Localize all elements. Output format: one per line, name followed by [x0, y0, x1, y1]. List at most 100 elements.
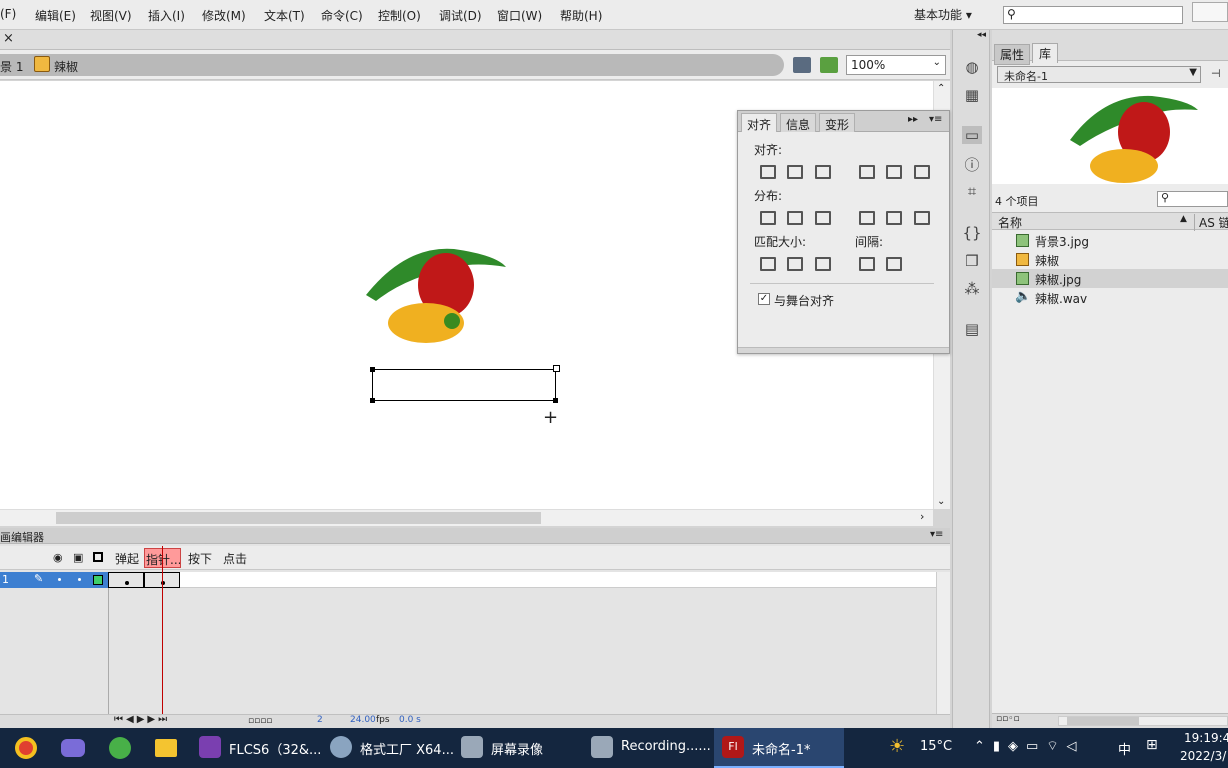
- keyboard-layout-icon[interactable]: ⊞: [1146, 737, 1158, 753]
- align-vertical-center-icon[interactable]: [886, 165, 902, 179]
- panel-menu-icon[interactable]: ▾≡: [929, 114, 942, 125]
- workspace-switcher[interactable]: 基本功能 ▾: [914, 6, 972, 23]
- library-item[interactable]: 🔈 辣椒.wav: [992, 288, 1228, 307]
- chevron-up-icon[interactable]: ⌃: [937, 83, 945, 94]
- align-horizontal-center-icon[interactable]: [787, 165, 803, 179]
- frame-label-up[interactable]: 弹起: [115, 550, 139, 567]
- tray-icons[interactable]: ⌃▮◈▭⌔◁: [974, 738, 1085, 754]
- distribute-vertical-center-icon[interactable]: [787, 211, 803, 225]
- scene-link[interactable]: 景 1: [0, 58, 23, 75]
- taskbar-item-flash[interactable]: Fl 未命名-1*: [722, 736, 810, 760]
- menu-help[interactable]: 帮助(H): [560, 7, 602, 24]
- chrome-icon[interactable]: [15, 737, 37, 759]
- visibility-dot[interactable]: [58, 578, 61, 581]
- library-search-input[interactable]: ⚲: [1157, 191, 1228, 207]
- library-item-selected[interactable]: 辣椒.jpg: [992, 269, 1228, 288]
- fps-value[interactable]: 24.00: [350, 715, 376, 725]
- pencil-icon[interactable]: ✎: [34, 572, 43, 585]
- expand-icon[interactable]: ▸▸: [908, 114, 918, 125]
- taskbar-item-recording[interactable]: Recording......: [591, 736, 711, 760]
- layer-row[interactable]: 1 ✎: [0, 572, 108, 588]
- swatches-icon[interactable]: ▦: [962, 86, 982, 104]
- column-as-linkage[interactable]: AS 链: [1194, 214, 1228, 231]
- distribute-bottom-icon[interactable]: [815, 211, 831, 225]
- transform-icon[interactable]: ⌗: [962, 182, 982, 200]
- collapse-icon[interactable]: ◂◂: [977, 30, 986, 40]
- close-icon[interactable]: ×: [3, 31, 14, 46]
- browser-icon[interactable]: [109, 737, 131, 759]
- align-to-stage-checkbox[interactable]: ✓: [758, 293, 770, 305]
- symbol-link[interactable]: 辣椒: [54, 58, 78, 75]
- menu-window[interactable]: 窗口(W): [497, 7, 542, 24]
- menu-text[interactable]: 文本(T): [264, 7, 305, 24]
- eye-icon[interactable]: ◉: [53, 551, 63, 564]
- lock-icon[interactable]: ▣: [73, 551, 83, 564]
- code-snippets-icon[interactable]: {}: [962, 224, 982, 242]
- frame-label-down[interactable]: 按下: [188, 550, 212, 567]
- info-icon[interactable]: ⓘ: [962, 154, 982, 174]
- gamepad-icon[interactable]: [61, 739, 85, 757]
- selection-handle[interactable]: [553, 398, 558, 403]
- folder-icon[interactable]: [155, 739, 177, 757]
- distribute-top-icon[interactable]: [760, 211, 776, 225]
- help-search-input[interactable]: ⚲: [1003, 6, 1183, 24]
- frame-grid[interactable]: [108, 572, 936, 588]
- taskbar-item-format-factory[interactable]: 格式工厂 X64...: [330, 736, 454, 760]
- clock-date[interactable]: 2022/3/: [1180, 749, 1226, 763]
- pin-icon[interactable]: ⊣: [1211, 67, 1221, 80]
- tab-transform[interactable]: 变形: [819, 113, 856, 132]
- motion-presets-icon[interactable]: ⁂: [962, 280, 982, 298]
- chevron-down-icon[interactable]: ⌄: [937, 496, 945, 507]
- menu-edit[interactable]: 编辑(E): [35, 7, 76, 24]
- align-right-icon[interactable]: [815, 165, 831, 179]
- tab-info[interactable]: 信息: [780, 113, 817, 132]
- align-left-icon[interactable]: [760, 165, 776, 179]
- layer-color-swatch[interactable]: [93, 575, 103, 585]
- sort-ascending-icon[interactable]: ▲: [1180, 214, 1187, 224]
- selection-handle[interactable]: [553, 365, 560, 372]
- playhead[interactable]: [162, 546, 163, 714]
- menu-insert[interactable]: 插入(I): [148, 7, 185, 24]
- frame-label-hit[interactable]: 点击: [223, 550, 247, 567]
- ime-indicator[interactable]: 中: [1118, 739, 1131, 758]
- menu-view[interactable]: 视图(V): [90, 7, 132, 24]
- keyframe[interactable]: [108, 572, 144, 588]
- text-field[interactable]: [372, 369, 556, 401]
- tab-align[interactable]: 对齐: [741, 113, 778, 132]
- clock-time[interactable]: 19:19:45: [1184, 731, 1228, 745]
- match-width-height-icon[interactable]: [815, 257, 831, 271]
- column-name[interactable]: 名称: [998, 214, 1022, 231]
- onion-skin-icon[interactable]: ▫▫▫▫: [248, 716, 272, 726]
- align-top-icon[interactable]: [859, 165, 875, 179]
- color-palette-icon[interactable]: ◍: [962, 58, 982, 76]
- library-item[interactable]: 背景3.jpg: [992, 231, 1228, 250]
- taskbar-item-screen-recorder[interactable]: 屏幕录像: [461, 736, 543, 760]
- zoom-select[interactable]: 100% ⌄: [846, 55, 946, 75]
- outline-icon[interactable]: [93, 552, 103, 562]
- scroll-thumb[interactable]: [56, 512, 541, 524]
- project-icon[interactable]: ▤: [962, 320, 982, 338]
- space-evenly-horizontal-icon[interactable]: [886, 257, 902, 271]
- selection-handle[interactable]: [370, 398, 375, 403]
- menu-commands[interactable]: 命令(C): [321, 7, 363, 24]
- lock-dot[interactable]: [78, 578, 81, 581]
- chevron-right-icon[interactable]: ›: [920, 510, 924, 523]
- pepper-image[interactable]: [356, 237, 506, 347]
- panel-menu-icon[interactable]: ▾≡: [930, 529, 943, 540]
- weather-temp[interactable]: 15°C: [920, 739, 952, 754]
- space-evenly-vertical-icon[interactable]: [859, 257, 875, 271]
- playback-controls[interactable]: ⏮◀▶▶⏭: [114, 714, 170, 725]
- components-icon[interactable]: ❒: [962, 252, 982, 270]
- edit-symbols-icon[interactable]: [820, 57, 838, 73]
- menu-control[interactable]: 控制(O): [378, 7, 421, 24]
- menu-file[interactable]: (F): [0, 7, 16, 21]
- menu-modify[interactable]: 修改(M): [202, 7, 246, 24]
- library-document-select[interactable]: 未命名-1 ▼: [997, 66, 1201, 83]
- align-panel-icon[interactable]: ▭: [962, 126, 982, 144]
- match-height-icon[interactable]: [787, 257, 803, 271]
- library-horizontal-scrollbar[interactable]: [1058, 716, 1228, 726]
- align-bottom-icon[interactable]: [914, 165, 930, 179]
- selection-handle[interactable]: [370, 367, 375, 372]
- tab-properties[interactable]: 属性: [994, 44, 1031, 65]
- distribute-left-icon[interactable]: [859, 211, 875, 225]
